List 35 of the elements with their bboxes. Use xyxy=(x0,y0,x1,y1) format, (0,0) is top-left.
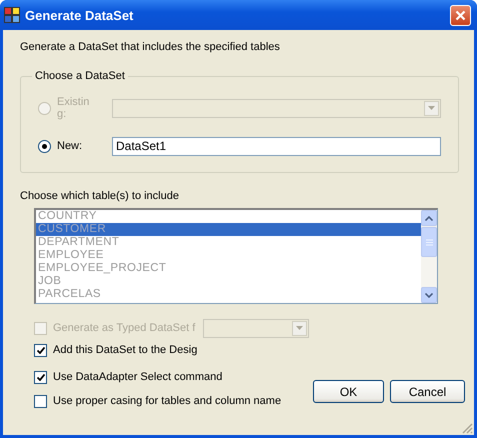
list-item[interactable]: CUSTOMER xyxy=(36,223,421,236)
close-button[interactable] xyxy=(450,4,471,26)
checkbox[interactable] xyxy=(34,344,47,356)
close-icon xyxy=(455,10,466,20)
description-text: Generate a DataSet that includes the specified tables xyxy=(20,41,281,53)
list-item[interactable]: EMPLOYEE xyxy=(36,249,421,262)
checkbox-label: Add this DataSet to the Desig xyxy=(53,344,198,356)
caret-icon xyxy=(428,106,435,110)
checkbox[interactable] xyxy=(34,370,47,384)
dialog-button[interactable]: OK xyxy=(313,380,384,403)
list-label: Choose which table(s) to include xyxy=(20,190,180,202)
name-field[interactable]: DataSet1 xyxy=(112,136,441,156)
app-icon xyxy=(4,7,20,23)
scrollbar[interactable] xyxy=(421,210,437,303)
list-item[interactable]: DEPARTMENT xyxy=(36,236,421,249)
caret-icon xyxy=(296,326,303,330)
radio-label: New: xyxy=(57,140,84,152)
list-item[interactable]: COUNTRY xyxy=(36,210,421,223)
checkbox-label: Generate as Typed DataSet f xyxy=(53,322,196,334)
group-label: Choose a DataSet xyxy=(34,70,126,82)
list-item[interactable]: EMPLOYEE_PROJECT xyxy=(36,262,421,275)
checkmark-icon xyxy=(36,374,44,380)
radio-button[interactable] xyxy=(38,140,51,152)
checkmark-icon xyxy=(36,346,44,354)
dialog-button[interactable]: Cancel xyxy=(390,380,465,403)
window-title: Generate DataSet xyxy=(25,8,134,22)
checkbox[interactable] xyxy=(34,394,47,408)
checkbox-label: Use proper casing for tables and column name xyxy=(53,395,282,407)
checkbox-label: Use DataAdapter Select command xyxy=(53,371,222,383)
list-item[interactable]: JOB xyxy=(36,275,421,288)
radio-label: Existing: xyxy=(57,96,90,120)
resize-grip-icon xyxy=(461,422,473,434)
list-item[interactable]: PARCELAS xyxy=(36,288,421,301)
grip-icon xyxy=(426,238,432,246)
table-list[interactable]: COUNTRY CUSTOMER DEPARTMENT EMPLOYEE EMPLOYEE_PROJECT JOB PARCELAS xyxy=(34,208,438,304)
